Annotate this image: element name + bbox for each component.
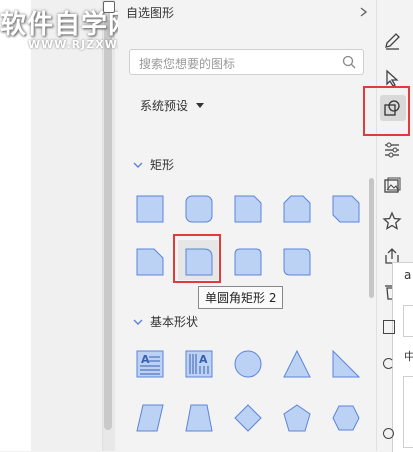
shape-ellipse[interactable]: [234, 350, 262, 378]
side-fragment-box[interactable]: [403, 376, 413, 448]
left-document-area: [0, 0, 31, 451]
toolbar-highlight-box: [363, 86, 410, 136]
pen-icon[interactable]: [376, 25, 408, 57]
image-frame-icon[interactable]: [376, 170, 408, 202]
tooltip-text: 单圆角矩形 2: [205, 291, 277, 305]
shape-rectangle[interactable]: [136, 195, 164, 223]
svg-text:A: A: [141, 353, 150, 366]
image-icon[interactable]: [383, 320, 395, 334]
shape-rounded-rectangle[interactable]: [185, 195, 213, 223]
scroll-column: [31, 0, 101, 451]
shape-pentagon[interactable]: [283, 404, 311, 432]
preset-label: 系统预设: [140, 98, 189, 113]
search-icon[interactable]: [341, 54, 357, 70]
help-icon[interactable]: [383, 428, 394, 439]
sliders-icon[interactable]: [376, 133, 408, 165]
panel-scrollbar[interactable]: [369, 178, 374, 298]
shape-round-diagonal[interactable]: [283, 248, 311, 276]
star-icon[interactable]: [376, 205, 408, 237]
shape-snip-single-corner[interactable]: [234, 195, 262, 223]
shape-snip-diagonal[interactable]: [332, 195, 360, 223]
shape-tooltip: 单圆角矩形 2: [198, 286, 284, 309]
section-rect-header[interactable]: 矩形: [132, 156, 174, 173]
shape-diamond[interactable]: [234, 404, 262, 432]
shape-text-box[interactable]: A: [136, 350, 164, 378]
refresh-icon[interactable]: [383, 358, 394, 369]
side-fragment-zh: 中: [404, 350, 413, 363]
shape-right-triangle[interactable]: [332, 350, 360, 378]
search-box[interactable]: 搜索您想要的图标: [129, 49, 364, 75]
search-placeholder: 搜索您想要的图标: [139, 57, 236, 71]
pin-icon[interactable]: [103, 1, 115, 13]
collapse-button[interactable]: [356, 4, 370, 18]
side-fragment-letter: a: [404, 268, 412, 282]
chevron-down-icon: [133, 162, 143, 168]
highlight-box: [173, 234, 221, 283]
shape-round-same-side[interactable]: [234, 248, 262, 276]
section-basic-title: 基本形状: [150, 315, 199, 329]
panel-title: 自选图形: [126, 6, 175, 20]
chevron-down-icon: [196, 102, 205, 108]
preset-dropdown[interactable]: 系统预设: [140, 96, 205, 114]
shape-hexagon[interactable]: [332, 404, 360, 432]
shape-vertical-text-box[interactable]: A: [185, 350, 213, 378]
shape-parallelogram[interactable]: [136, 404, 164, 432]
side-fragment-input[interactable]: [403, 305, 413, 337]
shape-snip-same-side[interactable]: [283, 195, 311, 223]
shape-trapezoid[interactable]: [185, 404, 213, 432]
shape-snip-round-corner[interactable]: [136, 248, 164, 276]
section-basic-header[interactable]: 基本形状: [132, 313, 198, 330]
shape-triangle[interactable]: [283, 350, 311, 378]
svg-text:A: A: [199, 353, 208, 366]
section-rect-title: 矩形: [150, 158, 175, 172]
chevron-down-icon: [133, 319, 143, 325]
left-scroll-thumb[interactable]: [104, 20, 112, 430]
